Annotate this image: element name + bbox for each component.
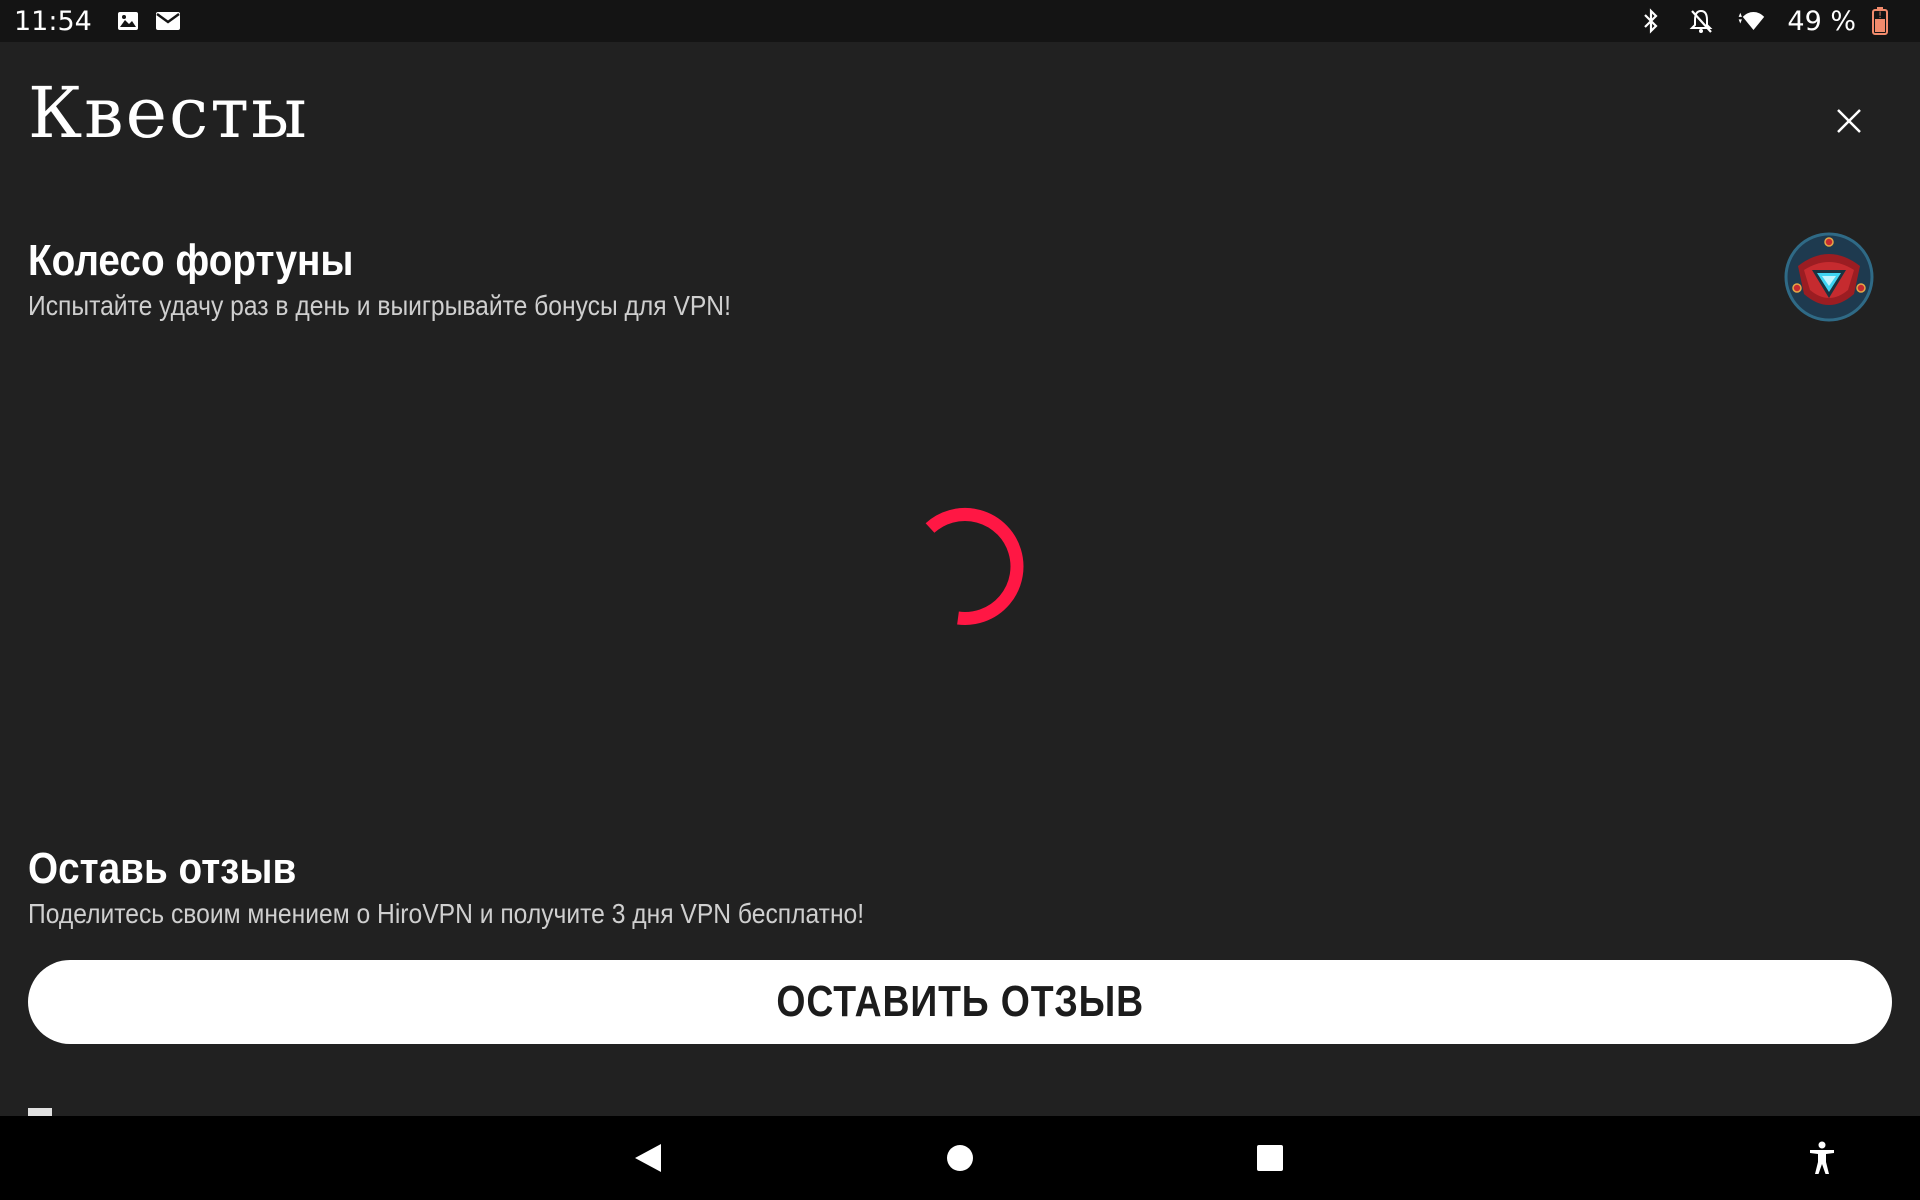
review-section-title: Оставь отзыв <box>28 844 297 893</box>
next-section-title-partial <box>28 1108 52 1116</box>
close-icon <box>1837 109 1861 133</box>
image-icon <box>114 7 142 35</box>
home-icon <box>947 1145 973 1171</box>
leave-review-button[interactable]: ОСТАВИТЬ ОТЗЫВ <box>28 960 1892 1044</box>
close-button[interactable] <box>1826 98 1872 144</box>
navigation-bar <box>0 1116 1920 1200</box>
loading-spinner <box>920 502 1024 626</box>
hero-avatar-icon[interactable] <box>1784 232 1874 322</box>
page-title: Квесты <box>28 72 309 154</box>
wheel-section-subtitle: Испытайте удачу раз в день и выигрывайте… <box>28 290 731 321</box>
home-button[interactable] <box>932 1130 988 1186</box>
wheel-section-title: Колесо фортуны <box>28 236 354 285</box>
bluetooth-icon <box>1637 7 1665 35</box>
leave-review-button-label: ОСТАВИТЬ ОТЗЫВ <box>776 977 1144 1026</box>
battery-icon: ! <box>1866 7 1894 35</box>
recents-button[interactable] <box>1242 1130 1298 1186</box>
wifi-icon <box>1737 7 1765 35</box>
accessibility-button[interactable] <box>1794 1130 1850 1186</box>
accessibility-icon <box>1810 1141 1834 1174</box>
status-bar: 11:54 49 % ! <box>0 0 1920 42</box>
svg-text:!: ! <box>1878 11 1882 21</box>
review-section-subtitle: Поделитесь своим мнением о HiroVPN и пол… <box>28 898 865 929</box>
battery-percent: 49 % <box>1787 5 1856 37</box>
recents-icon <box>1257 1145 1283 1171</box>
mail-icon <box>154 7 182 35</box>
bell-off-icon <box>1687 7 1715 35</box>
status-time: 11:54 <box>14 5 92 37</box>
back-button[interactable] <box>620 1130 676 1186</box>
back-icon <box>635 1144 661 1172</box>
